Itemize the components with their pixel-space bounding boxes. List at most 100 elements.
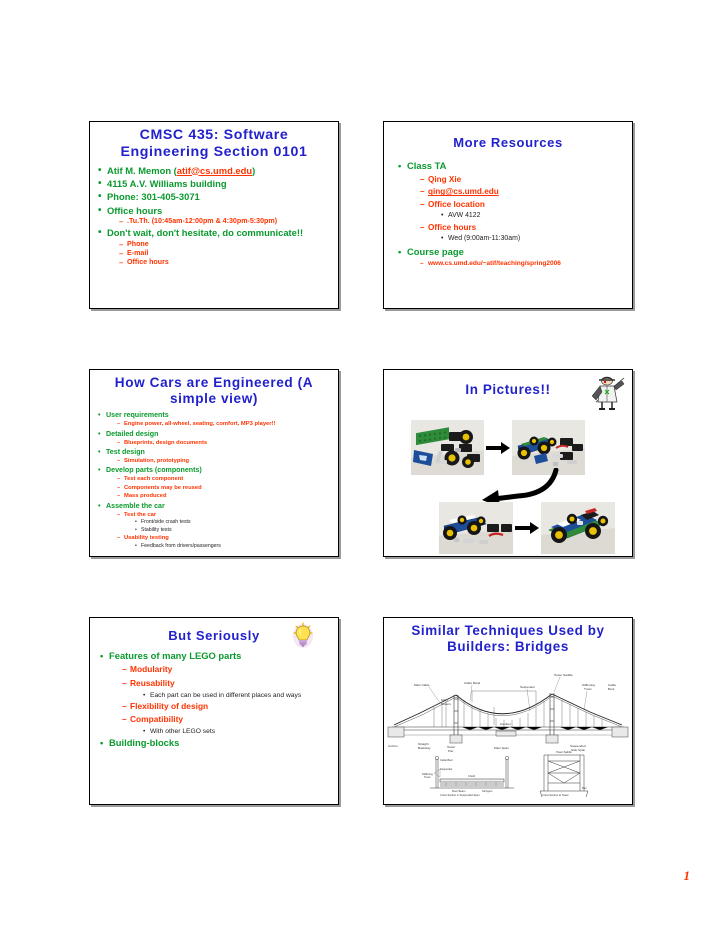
- bullet-item: Test design Simulation, prototyping: [98, 447, 334, 465]
- sub-bullet-list: Test the car Front/side crash tests Stab…: [106, 511, 334, 550]
- sub-bullet-item: Mass produced: [117, 492, 334, 500]
- sub2-bullet-list: Each part can be used in different place…: [130, 691, 332, 700]
- sub-bullet-item: Modularity: [122, 663, 332, 677]
- bullet-item: Class TA Qing Xie qing@cs.umd.edu Office…: [398, 159, 626, 244]
- sub-bullet-item: Test each component: [117, 475, 334, 483]
- sub-bullet-item: .Tu.Th. (10:45am-12:00pm & 4:30pm-5:30pm…: [119, 217, 332, 226]
- sub-bullet-item: Qing Xie: [420, 174, 626, 186]
- sub-bullet-item: qing@cs.umd.edu: [420, 186, 626, 198]
- sub-bullet-item: Office location AVW 4122: [420, 199, 626, 222]
- xsec-label-cable-bent: Cable Bent: [440, 758, 453, 762]
- bullet-item: 4115 A.V. Williams building: [98, 177, 332, 190]
- slide-1-title: CMSC 435: Software Engineering Section 0…: [120, 127, 308, 160]
- bullet-list: Features of many LEGO parts Modularity R…: [100, 649, 332, 750]
- bridge-label-suspender: Suspender: [520, 685, 535, 689]
- xsec-caption-right: Cross Section at Tower: [542, 793, 569, 797]
- sub-bullet-list: .Tu.Th. (10:45am-12:00pm & 4:30pm-5:30pm…: [107, 217, 332, 226]
- xsec-label-truss: Truss: [424, 775, 431, 779]
- bridge-label-cable-band: Cable Band: [464, 681, 480, 685]
- sub-bullet-list: Phone E-mail Office hours: [107, 240, 332, 268]
- bridge-label-suspended-side-span-2: Side Span: [571, 748, 586, 752]
- sub-bullet-item: Reusability Each part can be used in dif…: [122, 677, 332, 700]
- sub2-bullet-item: Wed (9:00am-11:30am): [441, 234, 626, 244]
- slide-5: But Seriously • Features of many LEGO pa…: [89, 617, 339, 805]
- sub-bullet-list: Simulation, prototyping: [106, 457, 334, 465]
- sub-bullet-item: Usability testing Feedback from drivers/…: [117, 534, 334, 550]
- sub-bullet-list: www.cs.umd.edu/~atif/teaching/spring2006: [407, 259, 626, 269]
- xsec-label-stringers: Stringers: [482, 789, 493, 793]
- xsec-label-floor-beam: Floor Beam: [452, 789, 465, 793]
- bullet-list: Class TA Qing Xie qing@cs.umd.edu Office…: [398, 159, 626, 269]
- bridge-label-main-span: Main Span: [494, 746, 509, 750]
- bullet-item: Atif M. Memon (atif@cs.umd.edu): [98, 164, 332, 177]
- arrow-right-2-icon: [515, 521, 539, 535]
- xsec-caption-left: Cross Section in Suspended Span: [440, 793, 480, 797]
- slide-handout-page: CMSC 435: Software Engineering Section 0…: [0, 0, 720, 932]
- bullet-list: User requirements Engine power, all-whee…: [98, 410, 334, 550]
- sub-bullet-item: Components may be reused: [117, 484, 334, 492]
- sub-bullet-item: www.cs.umd.edu/~atif/teaching/spring2006: [420, 259, 626, 269]
- slide-2-title: More Resources: [453, 135, 563, 150]
- slide-3: How Cars are Engineered (A simple view) …: [89, 369, 339, 557]
- slide-3-title: How Cars are Engineered (A simple view): [114, 375, 314, 407]
- bullet-item: Don't wait, don't hesitate, do communica…: [98, 226, 332, 267]
- email-link-qing[interactable]: qing@cs.umd.edu: [428, 186, 626, 198]
- email-link-atif[interactable]: atif@cs.umd.edu: [177, 165, 252, 176]
- sub-bullet-item: Blueprints, design documents: [117, 439, 334, 447]
- lego-chassis-photo: [512, 419, 585, 475]
- page-number: 1: [683, 868, 691, 883]
- lego-partial-car-photo: [439, 501, 513, 554]
- bullet-item: User requirements Engine power, all-whee…: [98, 410, 334, 428]
- sub-bullet-item: Office hours: [119, 258, 332, 267]
- slide-6-title: Similar Techniques Used by Builders: Bri…: [411, 623, 605, 654]
- sub-bullet-item: Engine power, all-wheel, seating, comfor…: [117, 420, 334, 428]
- bridge-label-camber: Camber: [500, 722, 511, 726]
- xsec-label-suspender: Suspender: [440, 767, 453, 771]
- lego-build-sequence: [384, 398, 632, 554]
- bullet-item: Detailed design Blueprints, design docum…: [98, 429, 334, 447]
- bullet-item: Office hours .Tu.Th. (10:45am-12:00pm & …: [98, 204, 332, 227]
- slide-2: More Resources Class TA Qing Xie qing@cs…: [383, 121, 633, 309]
- slide-1: CMSC 435: Software Engineering Section 0…: [89, 121, 339, 309]
- sub-bullet-item: Simulation, prototyping: [117, 457, 334, 465]
- slide-6: Similar Techniques Used by Builders: Bri…: [383, 617, 633, 805]
- lego-parts-photo: [411, 419, 484, 475]
- sub-bullet-item: Compatibility With other LEGO sets: [122, 713, 332, 736]
- bridge-label-anchor: Anchor: [388, 744, 398, 748]
- sub-bullet-list: Test each component Components may be re…: [106, 475, 334, 500]
- bridge-label-straight-backstay-2: Backstay: [418, 746, 431, 750]
- bullet-item: Develop parts (components) Test each com…: [98, 465, 334, 500]
- suspension-bridge-diagram: Main Cable Cable Band Tower Saddle Suspe…: [384, 654, 632, 797]
- sub2-bullet-list: Front/side crash tests Stability tests: [124, 519, 334, 534]
- slide-4: In Pictures!!: [383, 369, 633, 557]
- sub-bullet-item: Office hours Wed (9:00am-11:30am): [420, 222, 626, 245]
- slide-1-body: Atif M. Memon (atif@cs.umd.edu) 4115 A.V…: [90, 161, 338, 268]
- slide-2-body: Class TA Qing Xie qing@cs.umd.edu Office…: [384, 150, 632, 269]
- xsec-label-pier: Pier: [582, 786, 587, 790]
- sub-bullet-list: Engine power, all-wheel, seating, comfor…: [106, 420, 334, 428]
- sub2-bullet-item: Each part can be used in different place…: [143, 691, 332, 700]
- sub-bullet-list: Modularity Reusability Each part can be …: [109, 663, 332, 736]
- sub2-bullet-item: Front/side crash tests: [135, 519, 334, 527]
- sub-bullet-item: Test the car Front/side crash tests Stab…: [117, 511, 334, 534]
- bridge-label-main-towers-2: Towers: [441, 702, 451, 706]
- sub-bullet-item: Phone: [119, 240, 332, 249]
- bullet-item: Building-blocks: [100, 736, 332, 750]
- lightbulb-icon: [292, 622, 314, 648]
- bullet-item: Course page www.cs.umd.edu/~atif/teachin…: [398, 245, 626, 269]
- sub-bullet-list: Qing Xie qing@cs.umd.edu Office location…: [407, 174, 626, 245]
- bullet-item: Phone: 301-405-3071: [98, 190, 332, 203]
- sub2-bullet-item: With other LEGO sets: [143, 727, 332, 736]
- sub2-bullet-item: Stability tests: [135, 527, 334, 535]
- bridge-label-tower-saddle: Tower Saddle: [554, 673, 573, 677]
- sub2-bullet-list: With other LEGO sets: [130, 727, 332, 736]
- sub-bullet-item: Flexibility of design: [122, 700, 332, 714]
- sub2-bullet-list: Feedback from drivers/passengers: [124, 543, 334, 551]
- bridge-label-main-cable: Main Cable: [414, 683, 430, 687]
- sub2-bullet-list: Wed (9:00am-11:30am): [428, 234, 626, 244]
- course-page-url[interactable]: www.cs.umd.edu/~atif/teaching/spring2006: [428, 259, 626, 269]
- xsec-label-tower-saddle: Tower Saddle: [556, 750, 572, 754]
- sub2-bullet-item: AVW 4122: [441, 211, 626, 221]
- sub2-bullet-list: AVW 4122: [428, 211, 626, 221]
- lego-finished-car-photo: [541, 501, 615, 554]
